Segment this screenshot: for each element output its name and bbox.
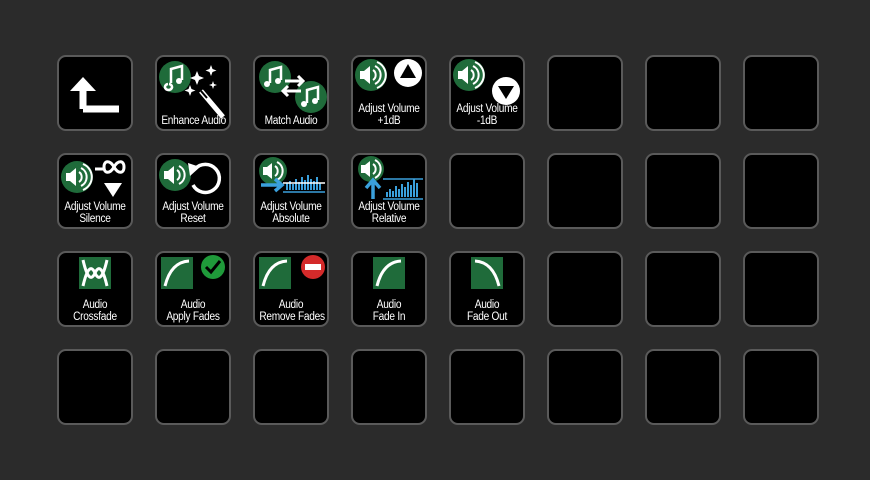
key-label: Match Audio (264, 115, 318, 127)
adjust-volume-down-key[interactable]: Adjust Volume -1dB (449, 55, 525, 131)
back-key[interactable] (57, 55, 133, 131)
empty-key[interactable] (645, 153, 721, 229)
match-audio-key[interactable]: Match Audio (253, 55, 329, 131)
key-label: Adjust Volume +1dB (358, 103, 420, 127)
empty-key[interactable] (547, 55, 623, 131)
adjust-volume-relative-key[interactable]: Adjust Volume Relative (351, 153, 427, 229)
key-label: Audio Crossfade (73, 299, 117, 323)
enhance-audio-key[interactable]: Enhance Audio (155, 55, 231, 131)
empty-key[interactable] (743, 153, 819, 229)
empty-key[interactable] (547, 349, 623, 425)
audio-fade-out-key[interactable]: Audio Fade Out (449, 251, 525, 327)
key-label: Audio Remove Fades (259, 299, 325, 323)
audio-apply-fades-key[interactable]: Audio Apply Fades (155, 251, 231, 327)
key-label: Adjust Volume Relative (358, 201, 420, 225)
key-grid: Enhance Audio Match Audio Adjust Volume +… (57, 55, 819, 425)
key-label: Adjust Volume Silence (64, 201, 126, 225)
empty-key[interactable] (645, 349, 721, 425)
empty-key[interactable] (547, 251, 623, 327)
empty-key[interactable] (155, 349, 231, 425)
empty-key[interactable] (743, 55, 819, 131)
audio-fade-in-key[interactable]: Audio Fade In (351, 251, 427, 327)
audio-remove-fades-key[interactable]: Audio Remove Fades (253, 251, 329, 327)
empty-key[interactable] (253, 349, 329, 425)
empty-key[interactable] (645, 55, 721, 131)
adjust-volume-reset-key[interactable]: Adjust Volume Reset (155, 153, 231, 229)
empty-key[interactable] (743, 251, 819, 327)
adjust-volume-up-key[interactable]: Adjust Volume +1dB (351, 55, 427, 131)
key-label: Enhance Audio (161, 115, 226, 127)
empty-key[interactable] (547, 153, 623, 229)
empty-key[interactable] (645, 251, 721, 327)
key-label: Audio Fade In (372, 299, 406, 323)
empty-key[interactable] (57, 349, 133, 425)
key-label: Audio Apply Fades (166, 299, 220, 323)
key-label: Adjust Volume Absolute (260, 201, 322, 225)
key-label: Adjust Volume -1dB (456, 103, 518, 127)
audio-crossfade-key[interactable]: Audio Crossfade (57, 251, 133, 327)
key-label: Adjust Volume Reset (162, 201, 224, 225)
empty-key[interactable] (449, 153, 525, 229)
empty-key[interactable] (351, 349, 427, 425)
empty-key[interactable] (449, 349, 525, 425)
adjust-volume-silence-key[interactable]: Adjust Volume Silence (57, 153, 133, 229)
key-label: Audio Fade Out (466, 299, 508, 323)
back-arrow-icon (70, 77, 119, 113)
adjust-volume-absolute-key[interactable]: Adjust Volume Absolute (253, 153, 329, 229)
empty-key[interactable] (743, 349, 819, 425)
